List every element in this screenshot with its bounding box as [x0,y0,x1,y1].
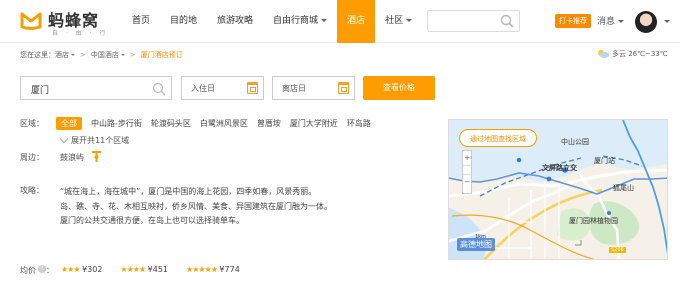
nav-hotel[interactable]: 酒店 [337,0,376,43]
nav-destination-label: 目的地 [170,16,198,26]
map-label-zhongshan-park: 中山公园 [561,138,589,146]
map-label-road-s206: S206 [609,247,626,253]
breadcrumb-hotel[interactable]: 酒店 [55,51,69,59]
five-star-icons: ★★★★★ [186,265,218,274]
destination-value: 厦门 [31,86,50,96]
breadcrumb: 您在这里：酒店 > 中国酒店 > 厦门酒店预订 [20,50,183,60]
messages-menu[interactable]: 消息 [597,14,625,27]
zoom-out-icon[interactable]: − [463,175,471,189]
chevron-down-icon [618,20,625,23]
check-out-placeholder: 离店日 [282,84,306,93]
chevron-down-icon [59,134,69,144]
question-mark-icon[interactable]: ? [38,265,46,273]
site-search-input[interactable] [427,10,520,32]
nav-home[interactable]: 首页 [122,0,160,43]
messages-label: 消息 [597,17,616,27]
nav-travel-guide-label: 旅游攻略 [217,16,254,26]
breadcrumb-current: 厦门酒店预订 [140,51,183,59]
weather-text: 多云 26℃~33℃ [612,50,668,58]
strategy-label: 攻略： [20,186,44,195]
nav-free-travel-mall[interactable]: 自由行商城 [263,0,337,43]
average-price-label: 均价?： [20,265,54,276]
user-avatar[interactable] [635,11,657,33]
area-filter-ring-road[interactable]: 环岛路 [347,118,371,130]
mafengwo-logo-icon[interactable] [20,10,42,30]
location-pin-icon [92,151,101,162]
area-filter-list: 全部 中山路-步行街 轮渡码头区 白鹭洲风景区 曾厝垵 厦门大学附近 环岛路 [56,117,380,130]
price-four-star[interactable]: ★★★★ ¥451 [120,265,168,274]
breadcrumb-china-hotel[interactable]: 中国酒店 [91,51,119,59]
check-in-date-field[interactable]: 入住日 [181,76,264,100]
chevron-down-icon[interactable] [664,20,670,23]
nav-community[interactable]: 社区 [375,0,422,43]
map-zoom-control[interactable]: + − [462,150,472,194]
map-scale-label: 1km [475,234,486,240]
area-filter-all[interactable]: 全部 [56,117,82,130]
average-price-label-text: 均价 [20,266,36,275]
strategy-line: “城在海上，海在城中”，厦门是中国的海上花园，四季如春，风景秀丽。 [60,187,317,196]
nearby-gulangyu-link[interactable]: 鼓浪屿 [60,152,84,163]
area-filter-xiamen-university[interactable]: 厦门大学附近 [290,118,338,130]
chevron-down-icon [71,54,75,56]
three-star-price: ¥302 [82,265,103,274]
zoom-in-icon[interactable]: + [463,151,471,165]
strategy-line: 厦门的公共交通很方便，在岛上也可以选择骑单车。 [60,216,244,225]
nearby-label: 周边： [20,153,44,162]
map-label-xiamen-station: 厦门站 [594,157,615,165]
find-area-on-map-button[interactable]: 通过地图查找区域 [459,129,537,147]
average-price-colon: ： [46,266,54,275]
nav-travel-guide[interactable]: 旅游攻略 [207,0,263,43]
four-star-price: ¥451 [147,265,169,274]
chevron-down-icon [406,19,413,22]
calendar-icon[interactable] [338,82,349,94]
site-header: 蚂蜂窝 自 · 由 · 行 首页 目的地 旅游攻略 自由行商城 酒店 社区 打卡… [0,0,680,43]
main-nav: 首页 目的地 旅游攻略 自由行商城 酒店 社区 [122,0,422,43]
map-label-wenping-interchange: 文屏路立交 [542,164,577,172]
price-three-star[interactable]: ★★★ ¥302 [61,265,102,274]
breadcrumb-prefix: 您在这里： [20,51,55,59]
nav-destination[interactable]: 目的地 [160,0,207,43]
four-star-icons: ★★★★ [120,265,146,274]
map-label-huwei-mountain: 狐尾山 [613,184,634,192]
breadcrumb-separator: > [129,51,136,59]
weather-display: 多云 26℃~33℃ [597,49,668,59]
chevron-down-icon [321,19,328,22]
map-label-botanical-garden: 厦门园林植物园 [569,217,618,225]
area-filter-zhongshan-road[interactable]: 中山路-步行街 [91,118,142,130]
nav-hotel-label: 酒店 [347,16,366,26]
area-map[interactable]: 通过地图查找区域 + − 中山公园 厦门站 文屏路立交 狐尾山 厦门园林植物园 … [448,119,668,260]
nav-home-label: 首页 [132,16,151,26]
zoom-slider[interactable] [463,165,471,175]
punch-recommend-button[interactable]: 打卡推荐 [555,14,591,28]
strategy-description: “城在海上，海在城中”，厦门是中国的海上花园，四季如春，风景秀丽。 岛、礁、寺、… [60,185,380,229]
breadcrumb-separator: > [80,51,86,59]
area-filter-bailuzhou[interactable]: 白鹭洲风景区 [200,118,248,130]
area-filter-zengcuoan[interactable]: 曾厝垵 [257,118,281,130]
area-label: 区域： [20,119,44,128]
expand-areas-link[interactable]: 展开共11个区域 [59,134,130,146]
expand-areas-label: 展开共11个区域 [71,136,130,145]
five-star-price: ¥774 [219,265,240,274]
cloudy-weather-icon [598,50,610,58]
nav-community-label: 社区 [385,16,404,26]
destination-input[interactable]: 厦门 [20,76,172,100]
site-logo-subtitle: 自 · 由 · 行 [52,30,109,37]
nav-free-travel-mall-label: 自由行商城 [273,16,319,26]
chevron-down-icon [120,54,125,56]
view-price-button[interactable]: 查看价格 [363,76,435,100]
check-out-date-field[interactable]: 离店日 [272,76,355,100]
area-filter-ferry-terminal[interactable]: 轮渡码头区 [151,118,191,130]
search-icon[interactable] [152,82,166,96]
check-in-placeholder: 入住日 [191,84,215,93]
search-icon[interactable] [500,14,514,28]
three-star-icons: ★★★ [61,265,80,274]
calendar-icon[interactable] [247,82,258,94]
price-five-star[interactable]: ★★★★★ ¥774 [186,265,240,274]
strategy-line: 岛、礁、寺、花、木相互映衬，侨乡风情、美食、异国建筑在厦门融为一体。 [60,201,332,211]
average-price-list: ★★★ ¥302 ★★★★ ¥451 ★★★★★ ¥774 [61,265,258,274]
